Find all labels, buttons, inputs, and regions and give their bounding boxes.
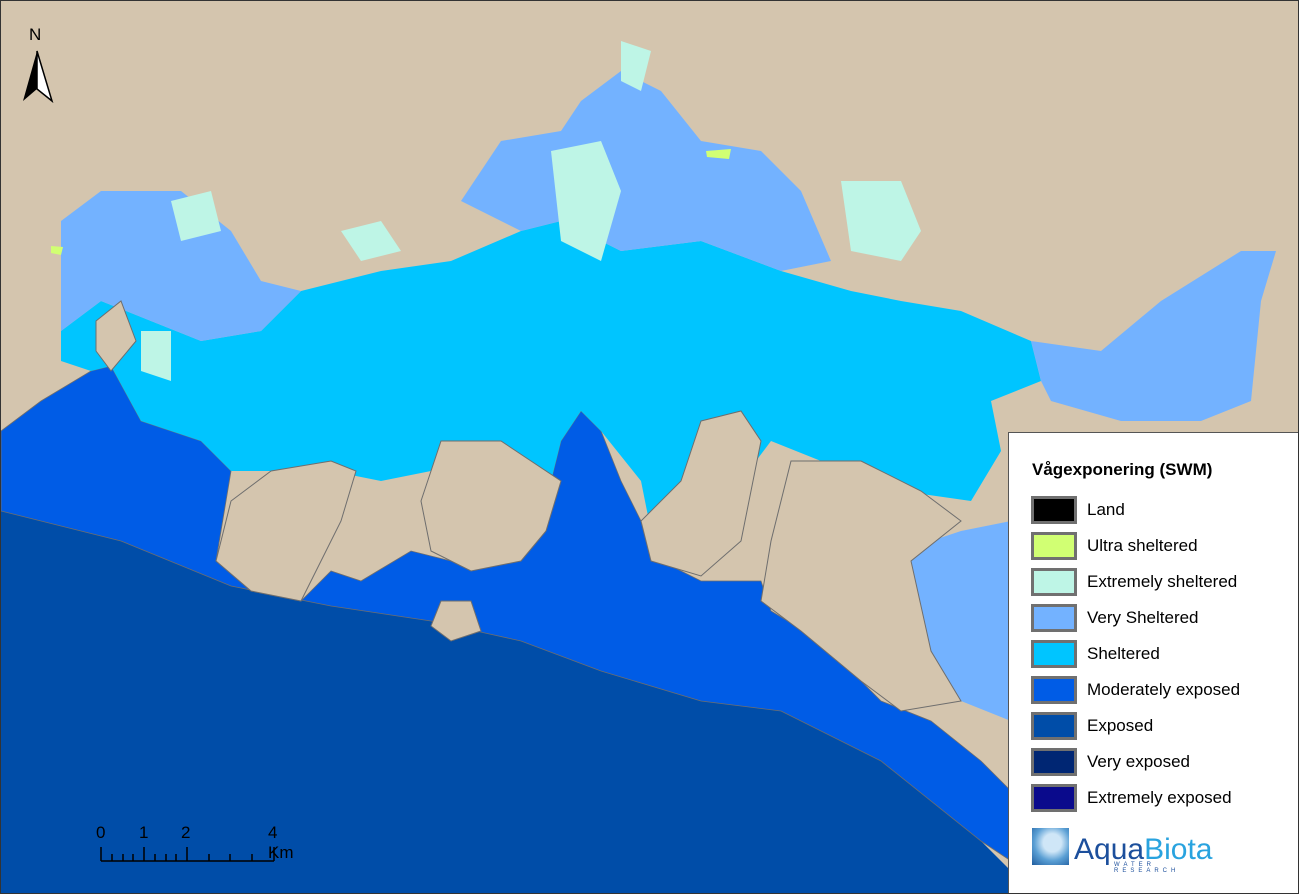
zone-very-sheltered [1031, 251, 1276, 421]
legend: Vågexponering (SWM) Land Ultra sheltered… [1008, 432, 1298, 893]
legend-item-moderately-exposed: Moderately exposed [1031, 676, 1240, 704]
map-frame: N 0 1 2 4 Km Vågexponering (SWM) Land Ul… [0, 0, 1299, 894]
logo-tagline: WATER RESEARCH [1114, 862, 1180, 874]
zone-extremely-sheltered [841, 181, 921, 261]
north-arrow-icon [23, 50, 54, 104]
legend-item-sheltered: Sheltered [1031, 640, 1160, 668]
logo-name: AquaBiota [1074, 833, 1213, 866]
legend-item-exposed: Exposed [1031, 712, 1153, 740]
legend-item-extremely-sheltered: Extremely sheltered [1031, 568, 1237, 596]
north-arrow: N [19, 25, 59, 105]
aquabiota-logo: AquaBiota WATER RESEARCH [1032, 828, 1213, 874]
scale-bar: 0 1 2 4 Km [91, 823, 294, 873]
legend-item-very-sheltered: Very Sheltered [1031, 604, 1199, 632]
zone-extremely-sheltered [341, 221, 401, 261]
legend-title: Vågexponering (SWM) [1032, 460, 1213, 479]
legend-item-ultra-sheltered: Ultra sheltered [1031, 532, 1198, 560]
legend-item-very-exposed: Very exposed [1031, 748, 1190, 776]
legend-item-land: Land [1031, 496, 1125, 524]
legend-item-extremely-exposed: Extremely exposed [1031, 784, 1232, 812]
zone-ultra-sheltered [51, 246, 63, 255]
jellyfish-logo-icon [1032, 828, 1069, 865]
scale-bar-graphic [100, 847, 275, 862]
